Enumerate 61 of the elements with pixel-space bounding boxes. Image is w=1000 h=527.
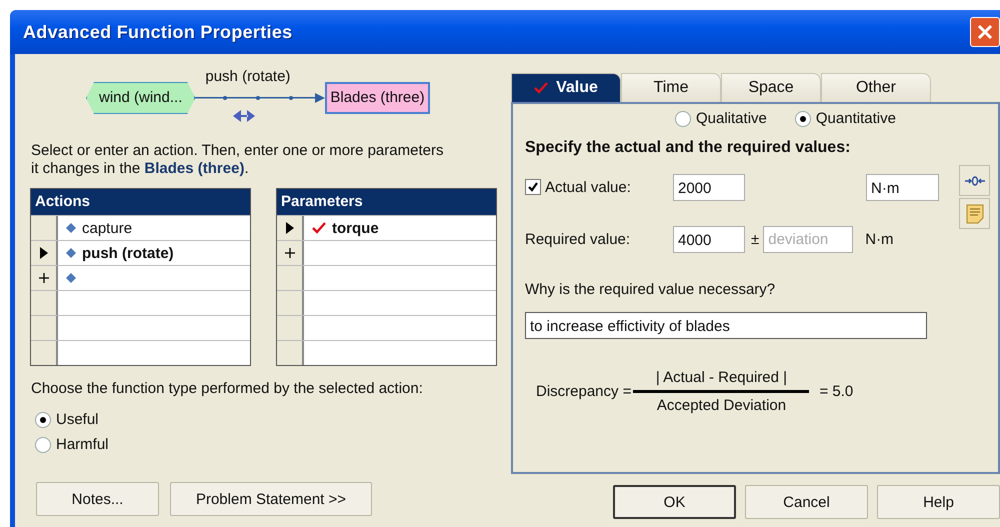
note-icon — [966, 204, 984, 224]
unit-field[interactable]: N·m — [866, 174, 939, 200]
new-row-icon — [38, 273, 48, 283]
instruction-text: Select or enter an action. Then, enter one or more parameters it changes in the Blades (three). — [31, 142, 444, 178]
double-arrow-icon[interactable] — [233, 110, 256, 122]
radio-button[interactable] — [794, 110, 811, 126]
tab[interactable]: Time — [621, 73, 721, 102]
question-label: Why is the required value necessary? — [525, 281, 776, 298]
function-type-prompt: Choose the function type performed by the selected action: — [31, 380, 424, 397]
denominator-text: Accepted Deviation — [656, 396, 786, 414]
tab[interactable]: Other — [821, 73, 931, 102]
tab[interactable]: Value — [511, 73, 621, 102]
tool-button[interactable] — [959, 165, 990, 196]
close-icon — [976, 23, 994, 41]
formula-result: = 5.0 — [819, 383, 854, 400]
dialog-button[interactable]: OK — [613, 485, 736, 519]
numerator-text: | Actual - Required | — [633, 369, 810, 393]
new-row-icon — [284, 248, 294, 258]
arrows-zero-icon — [964, 176, 984, 186]
table-cell[interactable]: torque — [304, 216, 496, 240]
table-cell[interactable] — [304, 241, 496, 265]
dialog-button[interactable]: Problem Statement >> — [170, 482, 372, 516]
column-header: Actions — [31, 189, 250, 215]
close-button[interactable] — [970, 17, 1000, 47]
field-label: Required value: — [525, 230, 632, 248]
radio-option[interactable]: Quantitative — [794, 110, 896, 127]
dialog-button[interactable]: Notes... — [36, 482, 159, 516]
section-heading: Specify the actual and the required values: — [525, 139, 852, 157]
radio-option[interactable]: Harmful — [35, 436, 109, 453]
table-cell[interactable] — [58, 266, 250, 290]
column-header: Parameters — [277, 189, 496, 215]
radio-button[interactable] — [35, 412, 51, 428]
answer-field[interactable]: to increase effictivity of blades — [525, 312, 927, 339]
diamond-icon — [66, 273, 76, 283]
diagram-node[interactable]: Blades (three) — [325, 82, 430, 114]
radio-button[interactable] — [675, 110, 691, 126]
current-row-icon — [286, 222, 294, 234]
field-label: Actual value: — [545, 178, 632, 196]
input-field[interactable]: 2000 — [673, 174, 745, 200]
check-icon — [527, 181, 539, 193]
input-field[interactable]: 4000 — [673, 226, 745, 252]
radio-option[interactable]: Qualitative — [675, 110, 767, 127]
table-cell[interactable]: capture — [58, 216, 250, 240]
diagram-node[interactable]: wind (wind... — [86, 82, 196, 114]
formula-label: Discrepancy = — [536, 383, 632, 400]
connector-label: push (rotate) — [205, 68, 290, 85]
tool-button[interactable] — [959, 198, 990, 229]
table-cell[interactable]: push (rotate) — [58, 241, 250, 265]
current-row-icon — [40, 247, 48, 259]
dialog-button[interactable]: Help — [877, 485, 1000, 519]
tab[interactable]: Space — [721, 73, 821, 102]
deviation-field[interactable]: deviation — [763, 226, 854, 252]
diamond-icon — [66, 223, 76, 233]
radio-option[interactable]: Useful — [35, 411, 99, 428]
window-title: Advanced Function Properties — [23, 22, 292, 42]
checkbox[interactable] — [525, 179, 541, 195]
plus-minus-sign: ± — [751, 230, 760, 248]
dialog-button[interactable]: Cancel — [745, 485, 868, 519]
diamond-icon — [66, 248, 76, 258]
radio-button[interactable] — [35, 436, 51, 452]
unit-label: N·m — [865, 230, 894, 248]
